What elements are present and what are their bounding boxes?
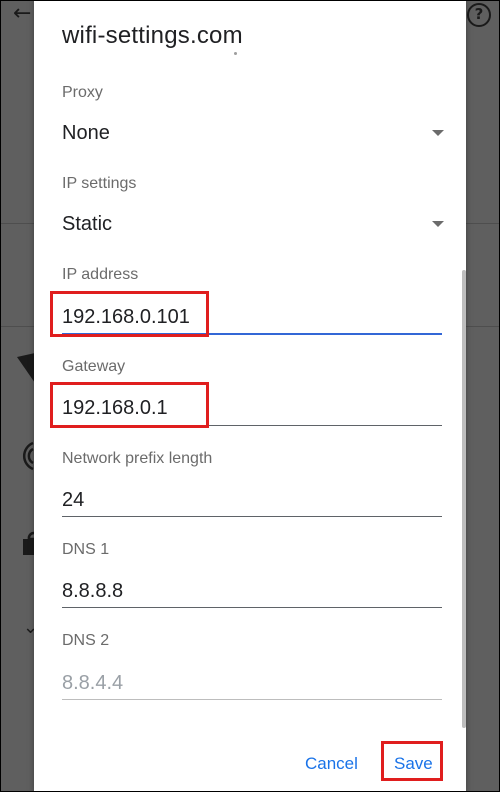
gateway-underline bbox=[62, 425, 442, 426]
dns2-underline bbox=[62, 699, 442, 700]
gateway-label: Gateway bbox=[62, 358, 126, 375]
ip-settings-dropdown[interactable]: Static bbox=[34, 201, 444, 241]
ip-address-label: IP address bbox=[62, 266, 139, 283]
ip-settings-dropdown-arrow-icon bbox=[432, 221, 444, 227]
dns2-field[interactable]: 8.8.4.4 bbox=[62, 672, 123, 695]
title-dot bbox=[234, 52, 237, 55]
proxy-value: None bbox=[62, 122, 110, 144]
ip-settings-value: Static bbox=[62, 213, 113, 235]
ip-settings-label: IP settings bbox=[62, 175, 137, 192]
cancel-button[interactable]: Cancel bbox=[305, 754, 358, 774]
gateway-field[interactable]: 192.168.0.1 bbox=[62, 397, 168, 420]
dns2-label: DNS 2 bbox=[62, 632, 110, 649]
wifi-icon bbox=[17, 353, 35, 383]
wifi-weak-icon bbox=[23, 441, 34, 471]
dialog-title: wifi-settings.com bbox=[62, 22, 243, 49]
prefix-length-label: Network prefix length bbox=[62, 450, 213, 467]
save-button[interactable]: Save bbox=[394, 754, 433, 774]
ip-address-field[interactable]: 192.168.0.101 bbox=[62, 306, 190, 329]
help-icon[interactable]: ? bbox=[467, 3, 491, 27]
ip-settings-dialog: wifi-settings.com Proxy None IP settings… bbox=[34, 0, 466, 792]
ip-address-underline bbox=[62, 333, 442, 335]
scrollbar[interactable] bbox=[462, 270, 466, 728]
proxy-label: Proxy bbox=[62, 84, 103, 101]
dns1-label: DNS 1 bbox=[62, 541, 110, 558]
proxy-dropdown[interactable]: None bbox=[34, 110, 444, 150]
dns1-field[interactable]: 8.8.8.8 bbox=[62, 580, 123, 603]
arrow-back-icon[interactable]: ← bbox=[13, 3, 31, 25]
prefix-length-field[interactable]: 24 bbox=[62, 489, 84, 512]
dns1-underline bbox=[62, 607, 442, 608]
prefix-length-underline bbox=[62, 516, 442, 517]
proxy-dropdown-arrow-icon bbox=[432, 130, 444, 136]
